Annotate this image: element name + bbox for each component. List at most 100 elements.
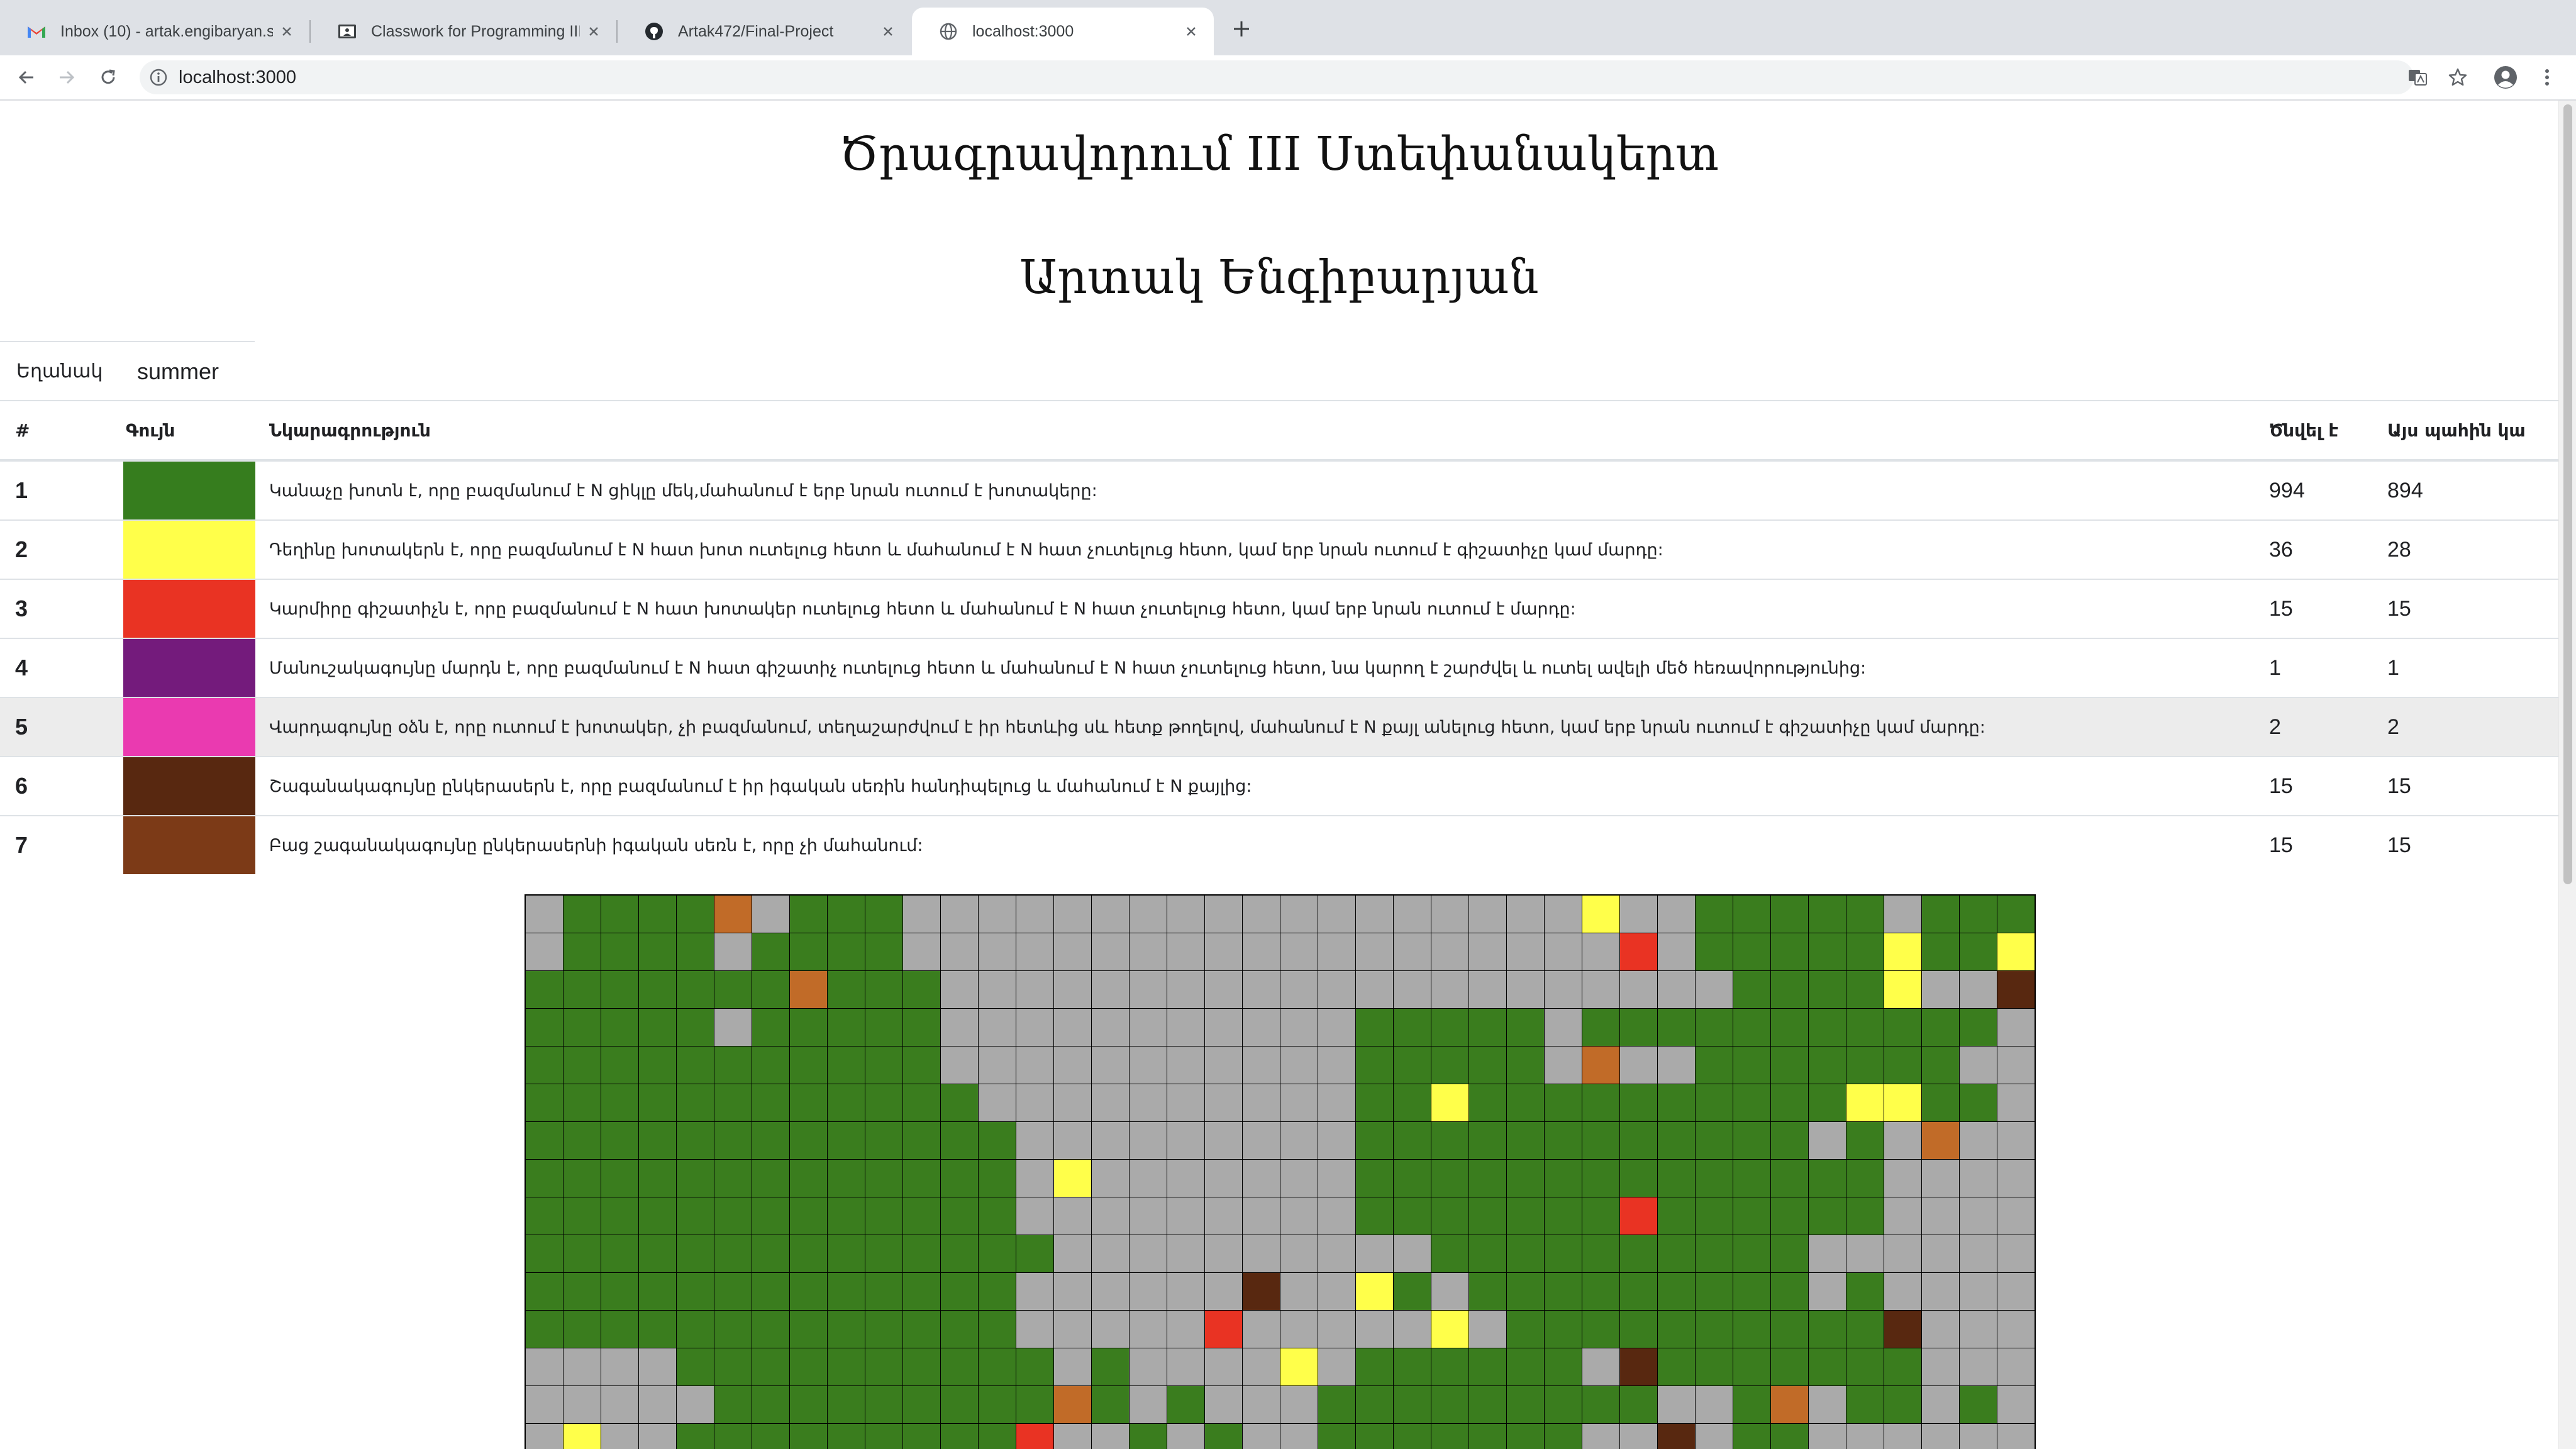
grid-cell xyxy=(1884,1009,1921,1046)
grid-cell xyxy=(1884,933,1921,970)
grid-cell xyxy=(1507,933,1544,970)
translate-button[interactable] xyxy=(2404,64,2431,91)
tab-title: Inbox (10) - artak.engibaryan.s xyxy=(60,22,273,40)
close-tab-icon[interactable] xyxy=(1177,18,1205,45)
grid-cell xyxy=(979,1160,1016,1197)
grid-cell xyxy=(1469,1197,1506,1235)
grid-cell xyxy=(1280,1197,1318,1235)
grid-cell xyxy=(1205,971,1242,1008)
grid-cell xyxy=(941,1386,978,1423)
grid-cell xyxy=(1431,1009,1468,1046)
url-text[interactable]: localhost:3000 xyxy=(179,60,296,94)
grid-cell xyxy=(979,1386,1016,1423)
scrollbar-thumb[interactable] xyxy=(2563,104,2572,884)
reload-button[interactable] xyxy=(93,62,123,92)
grid-cell xyxy=(1846,1424,1884,1449)
grid-cell xyxy=(1620,1046,1657,1084)
grid-cell xyxy=(677,1424,714,1449)
color-cell xyxy=(123,519,255,579)
grid-cell xyxy=(1318,1009,1355,1046)
grid-cell xyxy=(1394,1122,1431,1159)
grid-cell xyxy=(1280,1160,1318,1197)
browser-toolbar: localhost:3000 xyxy=(0,55,2576,101)
grid-cell xyxy=(1960,1046,1997,1084)
close-tab-icon[interactable] xyxy=(273,18,301,45)
close-tab-icon[interactable] xyxy=(580,18,608,45)
menu-button[interactable] xyxy=(2533,64,2561,91)
grid-cell xyxy=(1092,1311,1129,1348)
grid-cell xyxy=(1696,1160,1733,1197)
grid-cell xyxy=(1771,1009,1808,1046)
grid-cell xyxy=(1394,1386,1431,1423)
table-row: 7 Բաց շագանակագույնը ընկերասերնի իգական ս… xyxy=(0,815,2558,874)
grid-cell xyxy=(1356,1273,1393,1310)
grid-cell xyxy=(677,1273,714,1310)
grid-cell xyxy=(564,1084,601,1121)
grid-cell xyxy=(790,1046,827,1084)
tab-classroom[interactable]: Classwork for Programming III xyxy=(311,8,616,55)
grid-cell xyxy=(1054,1386,1091,1423)
season-value: summer xyxy=(137,358,219,384)
grid-cell xyxy=(790,1235,827,1272)
back-button[interactable] xyxy=(11,62,42,92)
grid-cell xyxy=(1771,1424,1808,1449)
info-icon[interactable] xyxy=(148,67,169,87)
close-tab-icon[interactable] xyxy=(874,18,902,45)
grid-cell xyxy=(941,1311,978,1348)
grid-cell xyxy=(979,1197,1016,1235)
grid-cell xyxy=(1469,1046,1506,1084)
grid-cell xyxy=(1507,1386,1544,1423)
page-scrollbar[interactable] xyxy=(2558,101,2576,1449)
grid-cell xyxy=(828,1424,865,1449)
grid-cell xyxy=(1582,1424,1619,1449)
grid-cell xyxy=(1243,1235,1280,1272)
grid-cell xyxy=(1167,1424,1204,1449)
grid-cell xyxy=(790,1009,827,1046)
grid-cell xyxy=(1356,933,1393,970)
grid-cell xyxy=(865,1348,902,1385)
grid-cell xyxy=(1809,1235,1846,1272)
grid-cell xyxy=(1960,896,1997,933)
grid-cell xyxy=(639,896,676,933)
header-color: Գույն xyxy=(123,400,255,462)
grid-cell xyxy=(1167,1235,1204,1272)
bookmark-button[interactable] xyxy=(2444,64,2472,91)
grid-cell xyxy=(1620,1197,1657,1235)
grid-cell xyxy=(979,1122,1016,1159)
grid-cell xyxy=(1771,933,1808,970)
grid-cell xyxy=(1809,1311,1846,1348)
grid-cell xyxy=(752,1235,789,1272)
grid-cell xyxy=(677,1348,714,1385)
tab-localhost[interactable]: localhost:3000 xyxy=(912,8,1214,55)
grid-cell xyxy=(1167,1160,1204,1197)
grid-cell xyxy=(1922,1424,1959,1449)
grid-cell xyxy=(1469,1311,1506,1348)
grid-cell xyxy=(639,1084,676,1121)
tab-github[interactable]: Artak472/Final-Project xyxy=(618,8,911,55)
address-bar[interactable]: localhost:3000 xyxy=(140,60,2414,94)
grid-cell xyxy=(1092,971,1129,1008)
grid-cell xyxy=(1356,971,1393,1008)
tab-gmail[interactable]: Inbox (10) - artak.engibaryan.s xyxy=(0,8,309,55)
grid-cell xyxy=(1620,896,1657,933)
grid-cell xyxy=(1620,1424,1657,1449)
grid-cell xyxy=(1394,933,1431,970)
new-tab-button[interactable] xyxy=(1226,14,1257,44)
row-current-count: 1 xyxy=(2387,638,2558,697)
grid-cell xyxy=(601,933,638,970)
grid-cell xyxy=(1092,1273,1129,1310)
color-swatch xyxy=(123,698,255,756)
grid-cell xyxy=(1243,1160,1280,1197)
grid-cell xyxy=(1092,1197,1129,1235)
grid-cell xyxy=(564,1311,601,1348)
grid-cell xyxy=(1960,1273,1997,1310)
profile-button[interactable] xyxy=(2492,64,2519,91)
grid-cell xyxy=(1394,1273,1431,1310)
grid-cell xyxy=(1507,1424,1544,1449)
grid-cell xyxy=(1092,933,1129,970)
grid-cell xyxy=(1469,1009,1506,1046)
grid-cell xyxy=(790,896,827,933)
grid-cell xyxy=(1243,1348,1280,1385)
grid-cell xyxy=(1733,1273,1770,1310)
forward-button[interactable] xyxy=(52,62,82,92)
